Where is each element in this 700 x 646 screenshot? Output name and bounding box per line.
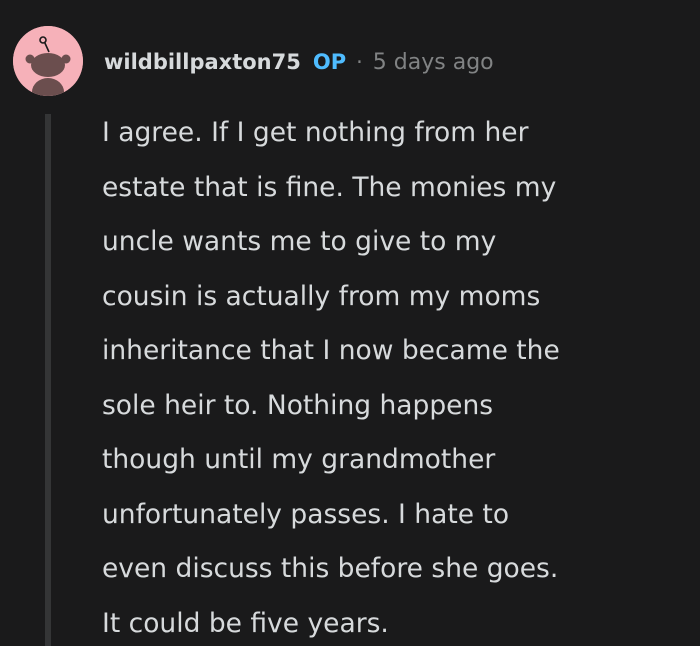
comment-body-line: estate that is fine. The monies my [102, 171, 557, 203]
comment-timestamp[interactable]: 5 days ago [373, 50, 494, 75]
comment-header: wildbillpaxton75 OP · 5 days ago [104, 42, 494, 82]
comment-body-line: cousin is actually from my moms [102, 280, 541, 312]
thread-collapse-line[interactable] [45, 114, 51, 646]
comment-body-line: though until my grandmother [102, 444, 496, 475]
username-link[interactable]: wildbillpaxton75 [104, 50, 301, 74]
comment-body-line: It could be five years. [102, 607, 389, 639]
comment-body-line: uncle wants me to give to my [102, 226, 497, 257]
comment-body: I agree. If I get nothing from her estat… [102, 106, 560, 646]
user-avatar[interactable] [13, 26, 83, 96]
comment-body-line: inheritance that I now became the [102, 335, 560, 366]
op-badge: OP [312, 50, 347, 74]
separator-dot: · [356, 50, 363, 74]
reddit-snoo-avatar-icon [13, 26, 83, 96]
comment-body-line: even discuss this before she goes. [102, 553, 559, 584]
comment-body-line: I agree. If I get nothing from her [102, 117, 529, 148]
comment-body-line: unfortunately passes. I hate to [102, 498, 510, 530]
comment-body-line: sole heir to. Nothing happens [102, 389, 494, 421]
comment: wildbillpaxton75 OP · 5 days ago I agree… [0, 0, 700, 646]
